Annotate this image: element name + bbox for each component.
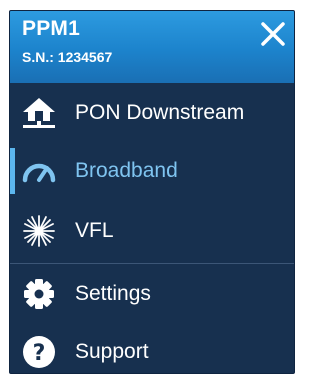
device-name: PPM1 xyxy=(22,17,80,40)
close-icon xyxy=(261,22,285,46)
gear-icon xyxy=(20,275,58,313)
help-icon: ? xyxy=(20,333,58,371)
svg-text:?: ? xyxy=(33,341,46,366)
menu-item-label: PON Downstream xyxy=(75,101,245,124)
menu-item-vfl[interactable]: VFL xyxy=(10,201,294,261)
menu-item-pon-downstream[interactable]: PON Downstream xyxy=(10,83,294,143)
menu-header: PPM1 S.N.: 1234567 xyxy=(10,11,294,83)
serial-number: S.N.: 1234567 xyxy=(22,49,113,65)
close-button[interactable] xyxy=(258,19,288,49)
menu-item-support[interactable]: ? Support xyxy=(10,322,294,373)
home-network-icon xyxy=(20,94,58,132)
laser-burst-icon xyxy=(20,212,58,250)
gauge-icon xyxy=(20,152,58,190)
menu-item-label: Support xyxy=(75,340,149,363)
menu-item-settings[interactable]: Settings xyxy=(10,264,294,324)
menu-item-label: Settings xyxy=(75,282,151,305)
side-menu-panel: PPM1 S.N.: 1234567 PON Downstream Broadb… xyxy=(9,10,295,374)
menu-item-label: VFL xyxy=(75,219,114,242)
menu-item-label: Broadband xyxy=(75,159,178,182)
menu-item-broadband[interactable]: Broadband xyxy=(10,141,294,201)
